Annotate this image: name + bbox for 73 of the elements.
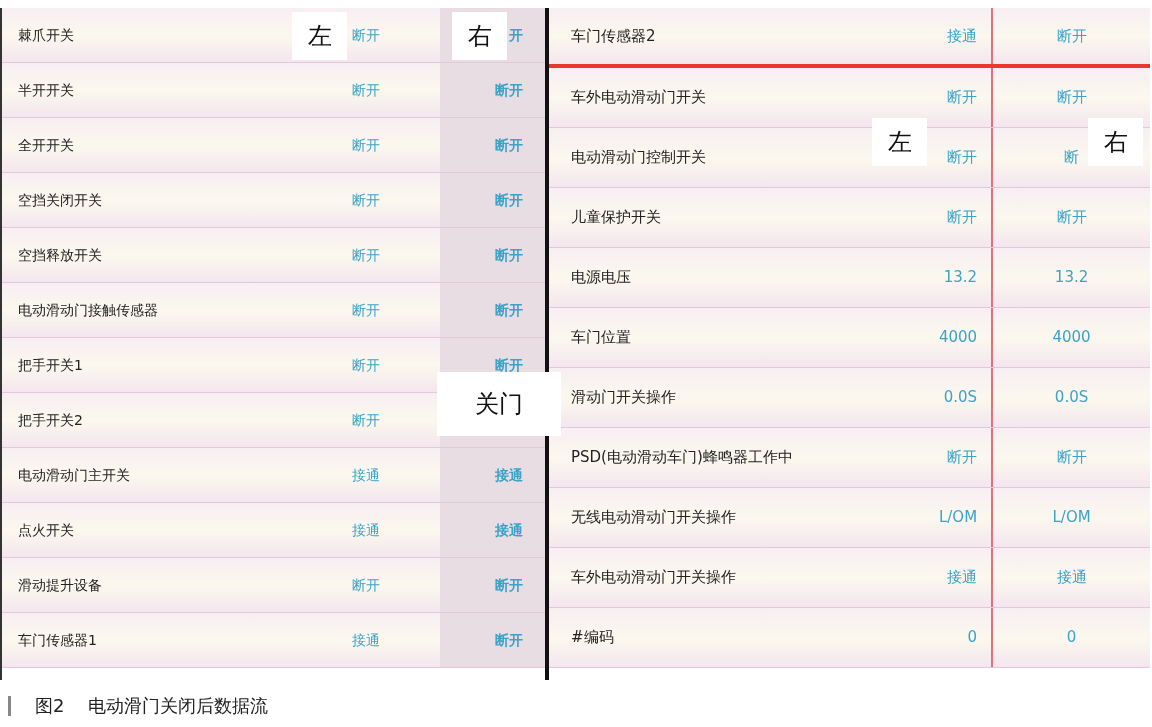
- left-value: 0: [967, 627, 978, 649]
- right-value: 断开: [440, 118, 545, 172]
- right-label: 右: [452, 12, 507, 60]
- right-value: 13.2: [1054, 267, 1089, 289]
- right-value: 断开: [440, 63, 545, 117]
- annotation-label: 关门: [437, 372, 561, 436]
- figure-number: 图2: [35, 694, 65, 718]
- left-label: 左: [872, 118, 927, 166]
- parameter-name: 车外电动滑动门开关: [571, 88, 706, 107]
- right-value: 断开: [440, 173, 545, 227]
- parameter-name: 点火开关: [18, 520, 74, 540]
- right-value: 0.0S: [1054, 387, 1089, 409]
- left-value: 13.2: [943, 267, 978, 289]
- parameter-name: 无线电动滑动门开关操作: [571, 508, 736, 527]
- right-value: 接通: [440, 448, 545, 502]
- left-value: 断开: [351, 245, 380, 265]
- parameter-name: 儿童保护开关: [571, 208, 661, 227]
- right-value: 接通: [1056, 567, 1087, 589]
- left-value: 接通: [947, 25, 978, 47]
- left-value: 断开: [351, 300, 380, 320]
- left-value: 断开: [351, 25, 380, 45]
- parameter-name: 棘爪开关: [18, 25, 74, 45]
- right-value: 断开: [1056, 447, 1087, 469]
- right-value: 断开: [440, 558, 545, 612]
- right-label: 右: [1088, 118, 1143, 166]
- parameter-name: 电源电压: [571, 268, 631, 287]
- parameter-name: 滑动门开关操作: [571, 388, 676, 407]
- right-value: 接通: [440, 503, 545, 557]
- parameter-name: 车外电动滑动门开关操作: [571, 568, 736, 587]
- left-value: 断开: [351, 410, 380, 430]
- parameter-name: 车门位置: [571, 328, 631, 347]
- right-value: L/OM: [1052, 507, 1091, 529]
- left-value: 接通: [351, 465, 380, 485]
- parameter-name: #编码: [571, 628, 614, 647]
- figure-caption: 电动滑门关闭后数据流: [88, 694, 269, 718]
- left-value: 接通: [947, 567, 978, 589]
- parameter-name: 空挡关闭开关: [18, 190, 102, 210]
- parameter-name: 空挡释放开关: [18, 245, 102, 265]
- right-value: 断开: [1056, 25, 1087, 47]
- right-value: 0: [1066, 627, 1077, 649]
- parameter-name: 把手开关1: [18, 355, 83, 375]
- left-value: 断开: [351, 80, 380, 100]
- right-value: 4000: [1052, 327, 1091, 349]
- left-value: 断开: [351, 575, 380, 595]
- left-label: 左: [292, 12, 347, 60]
- parameter-name: PSD(电动滑动车门)蜂鸣器工作中: [571, 448, 793, 467]
- left-value: 断开: [947, 147, 978, 169]
- left-value: 断开: [947, 447, 978, 469]
- right-value: 断开: [1056, 207, 1087, 229]
- parameter-name: 半开开关: [18, 80, 74, 100]
- left-value: 断开: [351, 355, 380, 375]
- left-value: 0.0S: [943, 387, 978, 409]
- parameter-name: 车门传感器2: [571, 26, 656, 46]
- right-value: 断开: [440, 613, 545, 667]
- right-value: 断开: [440, 283, 545, 337]
- parameter-name: 把手开关2: [18, 410, 83, 430]
- parameter-name: 电动滑动门控制开关: [571, 148, 706, 167]
- right-value: 断开: [440, 228, 545, 282]
- parameter-name: 滑动提升设备: [18, 575, 102, 595]
- left-value: 4000: [938, 327, 978, 349]
- parameter-name: 电动滑动门主开关: [18, 465, 130, 485]
- parameter-name: 车门传感器1: [18, 630, 97, 650]
- left-value: 接通: [351, 630, 380, 650]
- left-value: L/OM: [938, 507, 978, 529]
- parameter-name: 电动滑动门接触传感器: [18, 300, 158, 320]
- left-value: 断开: [351, 135, 380, 155]
- left-value: 断开: [947, 87, 978, 109]
- parameter-name: 全开开关: [18, 135, 74, 155]
- right-value: 断: [1064, 147, 1080, 169]
- left-value: 接通: [351, 520, 380, 540]
- left-value: 断开: [947, 207, 978, 229]
- right-value: 断开: [1056, 87, 1087, 109]
- left-value: 断开: [351, 190, 380, 210]
